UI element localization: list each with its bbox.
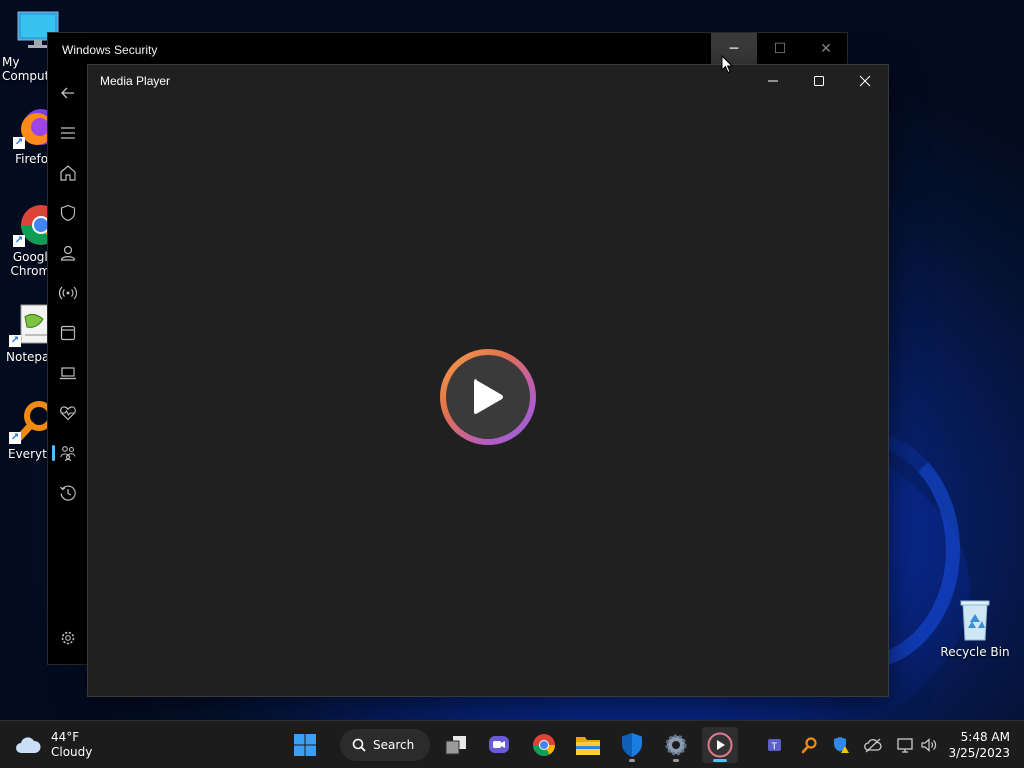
- task-view-button[interactable]: [438, 727, 474, 763]
- account-person-icon: [60, 245, 76, 261]
- back-icon: [61, 87, 74, 99]
- file-explorer-button[interactable]: [570, 727, 606, 763]
- running-indicator: [673, 759, 679, 762]
- play-button[interactable]: [440, 349, 536, 445]
- maximize-button[interactable]: [796, 65, 842, 97]
- windows-security-button[interactable]: [614, 727, 650, 763]
- tray-network[interactable]: [895, 735, 915, 755]
- maximize-icon: ☐: [773, 41, 787, 57]
- close-icon: ✕: [820, 41, 832, 57]
- search-label: Search: [373, 738, 415, 752]
- cloud-icon: [16, 737, 41, 753]
- minimize-button[interactable]: ─: [711, 33, 757, 65]
- device-laptop-icon: [60, 367, 76, 380]
- volume-icon: [921, 738, 937, 752]
- search-button[interactable]: Search: [340, 729, 430, 761]
- media-player-window[interactable]: Media Player: [87, 64, 889, 697]
- folder-icon: [576, 737, 600, 755]
- shield-icon: [60, 204, 76, 222]
- media-player-button[interactable]: [702, 727, 738, 763]
- everything-search-icon: [801, 737, 817, 754]
- app-browser-window-icon: [60, 325, 76, 341]
- play-button-inner: [446, 355, 530, 439]
- system-clock[interactable]: 5:48 AM 3/25/2023: [948, 729, 1010, 761]
- nav-family-options[interactable]: [48, 433, 88, 473]
- history-icon: [60, 485, 76, 501]
- weather-condition: Cloudy: [51, 745, 93, 759]
- task-view-icon: [445, 736, 466, 755]
- svg-text:T: T: [771, 742, 778, 752]
- teams-icon: T: [768, 739, 781, 752]
- network-icon: [897, 738, 913, 753]
- teams-chat-button[interactable]: [481, 727, 517, 763]
- window-title: Windows Security: [62, 43, 158, 57]
- clock-date: 3/25/2023: [948, 746, 1010, 760]
- tray-security[interactable]: [831, 735, 851, 755]
- nav-protection-history[interactable]: [48, 473, 88, 513]
- wireless-network-icon: [59, 286, 77, 300]
- nav-app-browser-control[interactable]: [48, 313, 88, 353]
- nav-back[interactable]: [48, 73, 88, 113]
- security-nav: [48, 73, 88, 513]
- tray-teams[interactable]: T: [766, 735, 786, 755]
- minimize-icon: [768, 80, 778, 82]
- shortcut-arrow-icon: ↗: [9, 335, 21, 347]
- close-button[interactable]: ✕: [803, 33, 849, 65]
- nav-home[interactable]: [48, 153, 88, 193]
- desktop-icon-recycle-bin[interactable]: Recycle Bin: [940, 598, 1010, 659]
- start-button[interactable]: [287, 727, 323, 763]
- home-icon: [60, 165, 76, 181]
- shortcut-arrow-icon: ↗: [9, 432, 21, 444]
- running-indicator: [629, 759, 635, 762]
- health-heartbeat-icon: [60, 406, 76, 421]
- maximize-button[interactable]: ☐: [757, 33, 803, 65]
- shield-icon: [622, 733, 642, 757]
- play-icon: [474, 379, 503, 414]
- nav-firewall-network[interactable]: [48, 273, 88, 313]
- nav-device-security[interactable]: [48, 353, 88, 393]
- nav-settings[interactable]: [48, 618, 88, 658]
- weather-temp: 44°F: [51, 730, 80, 744]
- nav-menu[interactable]: [48, 113, 88, 153]
- minimize-button[interactable]: [750, 65, 796, 97]
- shortcut-arrow-icon: ↗: [13, 137, 25, 149]
- close-button[interactable]: [842, 65, 888, 97]
- media-player-icon: [707, 732, 733, 758]
- selection-indicator: [52, 445, 55, 461]
- active-indicator: [713, 759, 727, 762]
- chrome-icon: [533, 734, 555, 756]
- tray-everything[interactable]: [799, 735, 819, 755]
- close-icon: [859, 75, 871, 87]
- tray-volume[interactable]: [919, 735, 939, 755]
- shortcut-arrow-icon: ↗: [13, 235, 25, 247]
- weather-widget[interactable]: 44°F Cloudy: [14, 729, 92, 761]
- security-warning-icon: [834, 737, 849, 753]
- desktop-icon-label: Recycle Bin: [940, 645, 1010, 659]
- search-icon: [352, 738, 366, 752]
- family-icon: [60, 446, 76, 462]
- mouse-cursor-icon: [721, 55, 733, 74]
- chrome-button[interactable]: [526, 727, 562, 763]
- maximize-icon: [814, 76, 824, 86]
- settings-button[interactable]: [658, 727, 694, 763]
- window-title: Media Player: [100, 74, 171, 88]
- nav-account-protection[interactable]: [48, 233, 88, 273]
- clock-time: 5:48 AM: [960, 730, 1010, 744]
- taskbar: 44°F Cloudy Search T 5:48 AM 3/25/2023: [0, 720, 1024, 768]
- hamburger-menu-icon: [61, 127, 75, 139]
- nav-device-performance[interactable]: [48, 393, 88, 433]
- windows-logo-icon: [294, 734, 316, 756]
- gear-icon: [61, 631, 75, 645]
- recycle-bin-icon: [953, 598, 997, 642]
- tray-onedrive[interactable]: [863, 735, 883, 755]
- gear-icon: [665, 734, 687, 756]
- teams-chat-icon: [489, 736, 509, 753]
- nav-virus-protection[interactable]: [48, 193, 88, 233]
- onedrive-icon: [864, 738, 882, 753]
